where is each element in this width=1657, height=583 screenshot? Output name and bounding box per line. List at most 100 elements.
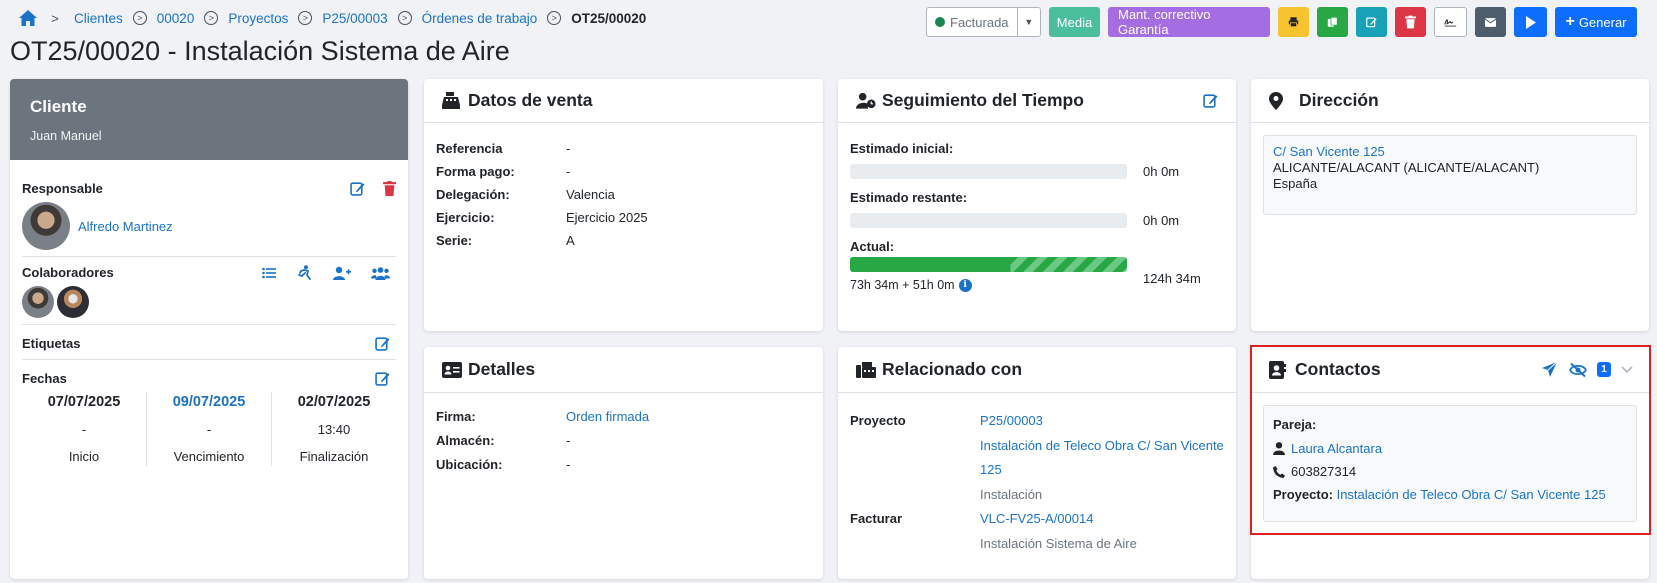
play-button[interactable] [1514,7,1547,37]
status-select[interactable]: Facturada ▼ [926,7,1041,37]
field-label: Ejercicio: [436,210,495,225]
details-header: Detalles [424,347,823,393]
edit-responsable-icon[interactable] [350,181,365,196]
contacts-header: Contactos 1 [1251,347,1649,393]
actual-label: Actual: [850,239,895,254]
remaining-value: 0h 0m [1143,213,1180,228]
details-body: Firma: Orden firmada Almacén: - Ubicación:… [424,393,823,496]
proyecto-type: Instalación [980,486,1043,502]
generate-button[interactable]: + Generar [1555,7,1637,37]
info-icon[interactable]: i [958,278,972,292]
proyecto-code-link[interactable]: P25/00003 [980,409,1224,434]
signature-icon [1444,19,1457,27]
signature-link[interactable]: Orden firmada [566,409,649,424]
colaborador-avatar[interactable] [57,286,89,318]
field-value: - [566,433,571,448]
field-label: Ubicación: [436,457,503,472]
breadcrumb-item-clientes[interactable]: Clientes [74,11,123,26]
person-running-icon[interactable] [296,265,313,280]
client-name[interactable]: Juan Manuel [30,129,388,143]
edit-fechas-icon[interactable] [375,371,390,386]
list-icon[interactable] [262,267,276,279]
client-card: Cliente Juan Manuel Responsable Alfredo … [10,79,408,579]
client-header: Cliente Juan Manuel [10,79,408,160]
related-card: Relacionado con Proyecto Facturar P25/00… [838,347,1236,579]
dates-row: 07/07/2025 - Inicio 09/07/2025 - Vencimi… [22,392,396,466]
breadcrumb-item-proyectos[interactable]: Proyectos [228,11,288,26]
contact-project-link[interactable]: Instalación de Teleco Obra C/ San Vicent… [1337,487,1606,502]
actual-progress-track [850,257,1127,272]
trash-icon [1405,15,1416,29]
print-button[interactable] [1278,7,1309,37]
envelope-icon [1485,17,1496,27]
users-group-icon[interactable] [371,266,390,280]
category-button[interactable]: Mant. correctivo Garantía [1108,7,1270,37]
field-label: Forma pago: [436,164,515,179]
related-title: Relacionado con [882,359,1023,379]
contact-name-link[interactable]: Laura Alcantara [1291,441,1382,456]
client-heading: Cliente [30,97,87,116]
email-button[interactable] [1475,7,1506,37]
date-finalizacion: 02/07/2025 13:40 Finalización [272,392,396,466]
contact-phone[interactable]: 603827314 [1291,464,1356,479]
breadcrumb-item-project-code[interactable]: P25/00003 [322,11,387,26]
address-street[interactable]: C/ San Vicente 125 [1273,144,1627,160]
toolbar: Facturada ▼ Media Mant. correctivo Garan… [926,7,1637,37]
caret-down-icon[interactable]: ▼ [1016,8,1040,36]
send-icon[interactable] [1542,362,1557,377]
copy-icon [1327,16,1338,27]
initial-value: 0h 0m [1143,164,1180,179]
edit-time-icon[interactable] [1203,93,1218,108]
generate-label: Generar [1578,14,1627,30]
etiquetas-label: Etiquetas [22,335,81,351]
home-icon[interactable] [18,9,38,27]
time-body: Estimado inicial: 0h 0m Estimado restant… [838,123,1236,304]
breadcrumb-current: OT25/00020 [571,10,647,26]
delete-button[interactable] [1395,7,1426,37]
date-inicio: 07/07/2025 - Inicio [22,392,147,466]
chevron-right-icon: > [51,10,59,26]
breadcrumb-item-client-code[interactable]: 00020 [157,11,195,26]
field-label: Referencia [436,141,503,156]
colaborador-avatar[interactable] [22,286,54,318]
fax-icon [856,361,876,379]
edit-button[interactable] [1356,7,1387,37]
proyecto-name-link-cont[interactable]: 125 [980,458,1224,483]
factura-name: Instalación Sistema de Aire [980,535,1137,551]
responsable-label: Responsable [22,181,103,196]
responsable-name[interactable]: Alfredo Martinez [78,219,173,234]
status-value: Facturada [950,14,1009,30]
printer-icon [1288,17,1299,28]
date-label: Finalización [299,449,369,464]
sales-body: Referencia - Forma pago: - Delegación: Vale… [424,123,823,274]
breadcrumb-item-ordenes[interactable]: Órdenes de trabajo [422,11,538,26]
initial-label: Estimado inicial: [850,141,954,156]
eye-slash-icon[interactable] [1569,362,1587,377]
remove-responsable-icon[interactable] [383,181,396,196]
chevron-circle-icon: > [204,11,219,25]
signature-button[interactable] [1434,7,1467,37]
factura-link[interactable]: VLC-FV25-A/00014 [980,507,1224,532]
priority-button[interactable]: Media [1049,7,1100,37]
field-value: - [566,164,571,179]
add-user-icon[interactable] [333,266,351,280]
field-value: Valencia [566,187,615,202]
edit-etiquetas-icon[interactable] [375,336,390,351]
related-body: Proyecto Facturar P25/00003 Instalación … [838,393,1236,572]
sales-title: Datos de venta [468,90,593,110]
edit-icon [1366,17,1377,28]
field-value: A [566,233,575,248]
colaboradores-label: Colaboradores [22,265,114,280]
time-header: Seguimiento del Tiempo [838,79,1236,123]
address-book-icon [1269,360,1289,379]
id-card-icon [442,361,462,379]
duplicate-button[interactable] [1317,7,1348,37]
user-clock-icon [856,92,876,110]
top-bar: > Clientes > 00020 > Proyectos > P25/000… [0,0,1657,40]
address-city: ALICANTE/ALACANT (ALICANTE/ALACANT) [1273,160,1540,175]
sales-header: Datos de venta [424,79,823,123]
page-title: OT25/00020 - Instalación Sistema de Aire [10,36,510,66]
chevron-down-icon[interactable] [1621,365,1633,374]
breadcrumb: > Clientes > 00020 > Proyectos > P25/000… [18,9,646,27]
proyecto-name-link[interactable]: Instalación de Teleco Obra C/ San Vicent… [980,434,1224,459]
